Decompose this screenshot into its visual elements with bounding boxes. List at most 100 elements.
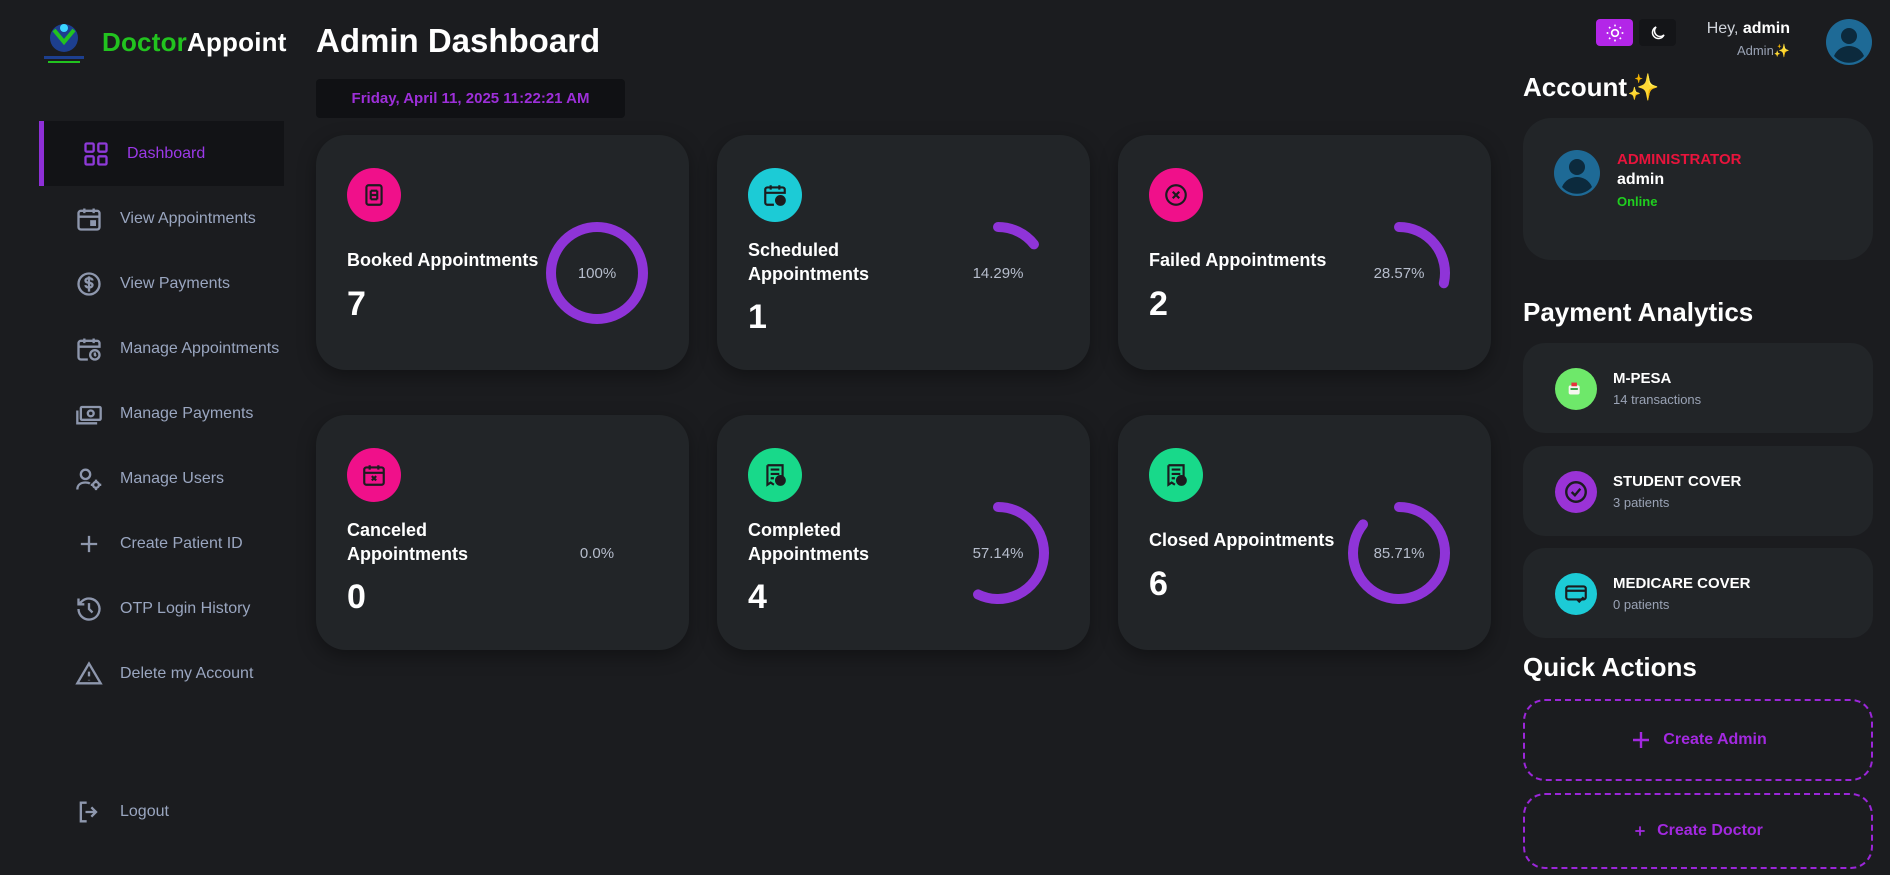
sidebar-item-view-appointments[interactable]: View Appointments — [39, 186, 284, 251]
sidebar-item-label: Manage Payments — [120, 404, 254, 422]
avatar[interactable] — [1826, 19, 1872, 65]
user-greeting: Hey, admin Admin✨ — [1707, 20, 1790, 59]
logout-label: Logout — [120, 802, 169, 820]
grid-icon — [84, 141, 108, 166]
dark-mode-button[interactable] — [1639, 19, 1676, 46]
sidebar-item-manage-appointments[interactable]: Manage Appointments — [39, 316, 284, 381]
create-doctor-button[interactable]: Create Doctor — [1523, 793, 1873, 869]
brand-name: DoctorAppoint — [102, 27, 287, 58]
document-icon — [347, 168, 401, 222]
users-gear-icon — [76, 468, 102, 490]
sidebar-item-label: Manage Users — [120, 469, 225, 487]
stat-value: 7 — [347, 285, 366, 323]
brand-logo-icon — [44, 24, 84, 63]
stat-percent: 100% — [577, 264, 617, 282]
stat-percent: 85.71% — [1373, 544, 1425, 562]
moon-icon — [1651, 25, 1665, 39]
light-mode-button[interactable] — [1596, 19, 1633, 46]
sidebar-item-delete-account[interactable]: Delete my Account — [39, 641, 284, 706]
stat-percent: 0.0% — [579, 544, 615, 562]
status-badge: Online — [1617, 194, 1658, 209]
dollar-circle-icon — [77, 271, 101, 296]
greeting-username: admin — [1742, 20, 1790, 37]
stat-title: Closed Appointments — [1149, 530, 1335, 550]
stat-value: 0 — [347, 578, 366, 616]
calendar-x-icon — [347, 448, 401, 502]
greeting-role: Admin✨ — [1736, 43, 1790, 58]
account-name: admin — [1617, 171, 1665, 188]
sidebar-item-label: View Appointments — [120, 209, 256, 227]
history-icon — [77, 596, 101, 621]
greeting-line: Hey, admin — [1707, 20, 1790, 38]
payment-analytics-title: Payment Analytics — [1523, 297, 1754, 327]
sun-icon — [1606, 24, 1623, 41]
brand-name-part1: Doctor — [102, 26, 187, 57]
stat-card-failed[interactable]: Failed Appointments 2 28.57% — [1118, 135, 1491, 370]
stat-percent: 14.29% — [972, 264, 1024, 282]
stat-title: Booked Appointments — [347, 250, 539, 270]
banknote-icon — [76, 405, 102, 424]
plus-icon — [1633, 732, 1650, 748]
stat-card-completed[interactable]: Completed Appointments 4 57.14% — [717, 415, 1090, 650]
receipt-check-icon — [748, 448, 802, 502]
calendar-clock-icon — [748, 168, 802, 222]
mpesa-logo-icon — [1555, 368, 1597, 410]
account-card[interactable]: ADMINISTRATOR admin Online — [1523, 118, 1873, 260]
calendar-icon — [77, 208, 101, 231]
sidebar-nav: Dashboard View Appointments View Payment… — [39, 121, 284, 706]
sidebar-item-label: OTP Login History — [120, 599, 251, 617]
logout-button[interactable]: Logout — [39, 779, 284, 844]
payment-name: M-PESA — [1613, 370, 1672, 387]
stat-title: Scheduled Appointments — [748, 240, 869, 284]
datetime-text: Friday, April 11, 2025 11:22:21 AM — [351, 90, 590, 107]
stat-card-scheduled[interactable]: Scheduled Appointments 1 14.29% — [717, 135, 1090, 370]
stat-card-canceled[interactable]: Canceled Appointments 0 0.0% — [316, 415, 689, 650]
logout-section: Logout — [39, 779, 284, 844]
stat-value: 2 — [1149, 285, 1168, 323]
sidebar-item-dashboard[interactable]: Dashboard — [39, 121, 284, 186]
avatar — [1554, 150, 1600, 196]
create-admin-button[interactable]: Create Admin — [1523, 699, 1873, 781]
create-doctor-label: Create Doctor — [1657, 822, 1763, 839]
check-circle-icon — [1555, 471, 1597, 513]
account-section-title: Account✨ — [1523, 72, 1660, 102]
sidebar-item-manage-payments[interactable]: Manage Payments — [39, 381, 284, 446]
payment-name: MEDICARE COVER — [1613, 575, 1751, 592]
payment-item-mpesa[interactable]: M-PESA 14 transactions — [1523, 343, 1873, 433]
stat-card-booked[interactable]: Booked Appointments 7 100% — [316, 135, 689, 370]
sidebar-item-manage-users[interactable]: Manage Users — [39, 446, 284, 511]
payment-count: 3 patients — [1613, 495, 1670, 510]
stat-percent: 28.57% — [1373, 264, 1425, 282]
account-role: ADMINISTRATOR — [1617, 151, 1742, 168]
greeting-prefix: Hey, — [1706, 20, 1743, 37]
stat-title: Completed Appointments — [748, 520, 869, 564]
plus-icon — [80, 535, 98, 552]
sidebar-item-view-payments[interactable]: View Payments — [39, 251, 284, 316]
quick-actions-title: Quick Actions — [1523, 652, 1697, 682]
create-admin-label: Create Admin — [1663, 731, 1767, 748]
plus-icon — [1635, 826, 1645, 836]
payment-item-medicare-cover[interactable]: MEDICARE COVER 0 patients — [1523, 548, 1873, 638]
stat-card-closed[interactable]: Closed Appointments 6 85.71% — [1118, 415, 1491, 650]
stat-percent: 57.14% — [972, 544, 1024, 562]
brand-name-part2: Appoint — [186, 26, 287, 57]
sidebar-item-label: Dashboard — [127, 144, 206, 162]
warning-icon — [75, 660, 103, 684]
theme-toggle — [1596, 19, 1676, 46]
sidebar-item-label: Manage Appointments — [120, 339, 280, 357]
brand[interactable]: DoctorAppoint — [40, 18, 287, 66]
card-check-icon — [1555, 573, 1597, 615]
x-circle-icon — [1149, 168, 1203, 222]
sidebar-item-otp-login-history[interactable]: OTP Login History — [39, 576, 284, 641]
stat-title: Failed Appointments — [1149, 250, 1327, 270]
payment-count: 0 patients — [1613, 597, 1670, 612]
stat-value: 6 — [1149, 565, 1168, 603]
payment-item-student-cover[interactable]: STUDENT COVER 3 patients — [1523, 446, 1873, 536]
stat-title: Canceled Appointments — [347, 520, 468, 564]
receipt-check-icon — [1149, 448, 1203, 502]
stat-value: 4 — [748, 578, 767, 616]
sidebar-item-label: Delete my Account — [120, 664, 254, 682]
sidebar-item-create-patient-id[interactable]: Create Patient ID — [39, 511, 284, 576]
sidebar-item-label: View Payments — [120, 274, 230, 292]
stat-value: 1 — [748, 298, 767, 336]
